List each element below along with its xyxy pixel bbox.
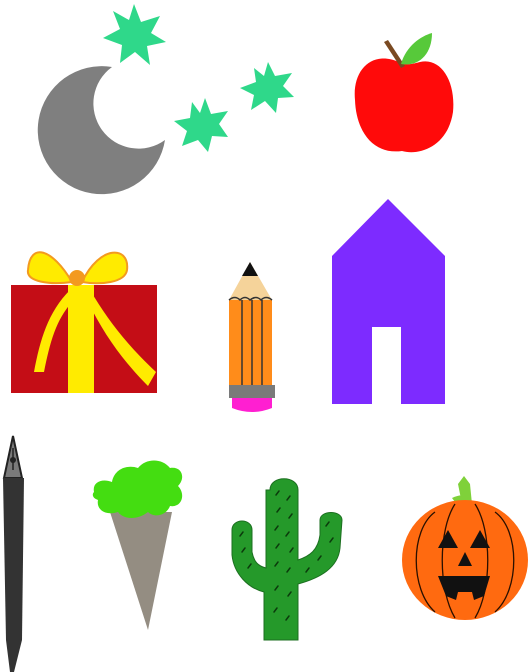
stars-icon [103,4,294,152]
star-icon [174,98,228,152]
fountain-pen-icon [2,435,24,672]
star-icon [103,4,166,65]
gift-icon [11,251,157,393]
star-icon [240,62,294,113]
cactus-icon [231,478,343,641]
house-icon [332,199,445,404]
clipart-canvas [0,0,530,672]
ice-cream-cone-icon [92,460,183,630]
apple-icon [354,33,454,153]
jack-o-lantern-icon [402,476,528,620]
moon-icon [37,66,165,195]
clipart-sheet [2,4,528,672]
pencil-icon [228,262,275,412]
